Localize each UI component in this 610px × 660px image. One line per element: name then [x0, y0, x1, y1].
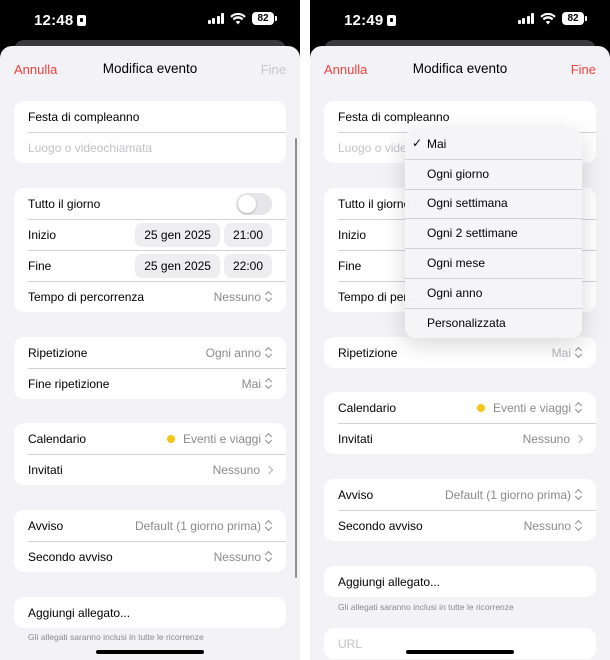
- attachment-group: Aggiungi allegato...: [324, 566, 596, 597]
- end-row: Fine 25 gen 2025 22:00: [14, 250, 286, 281]
- left-screen: 12:48 82 Annulla Modifica evento Fine Fe…: [0, 0, 300, 660]
- updown-chevron-icon: [265, 551, 272, 562]
- travel-time-value: Nessuno: [213, 289, 261, 304]
- invitees-row[interactable]: Invitati Nessuno: [14, 454, 286, 485]
- invitees-value: Nessuno: [212, 462, 260, 477]
- wifi-icon: [540, 12, 556, 24]
- add-attachment-button[interactable]: Aggiungi allegato...: [14, 597, 286, 628]
- location-field[interactable]: Luogo o videochiamata: [14, 132, 286, 163]
- updown-chevron-icon: [265, 347, 272, 358]
- scrollbar[interactable]: [294, 138, 297, 578]
- second-alert-value: Nessuno: [213, 549, 261, 564]
- alert-group: Avviso Default (1 giorno prima) Secondo …: [324, 479, 596, 541]
- alert-row[interactable]: Avviso Default (1 giorno prima): [14, 510, 286, 541]
- url-field[interactable]: URL: [324, 628, 596, 659]
- repeat-end-row[interactable]: Fine ripetizione Mai: [14, 368, 286, 399]
- repeat-end-value: Mai: [241, 376, 261, 391]
- event-title-field[interactable]: Festa di compleanno: [14, 101, 286, 132]
- chevron-right-icon: [574, 434, 584, 443]
- home-indicator: [406, 650, 514, 654]
- end-time-button[interactable]: 22:00: [223, 253, 272, 278]
- edit-event-sheet: Annulla Modifica evento Fine Festa di co…: [310, 46, 610, 660]
- start-time-button[interactable]: 21:00: [223, 222, 272, 247]
- repeat-options-menu: ✓ Mai Ogni giorno Ogni settimana Ogni 2 s…: [405, 129, 582, 338]
- repeat-option-biweekly[interactable]: Ogni 2 settimane: [405, 218, 582, 248]
- alert-row[interactable]: Avviso Default (1 giorno prima): [324, 479, 596, 510]
- status-time: 12:48: [34, 12, 87, 29]
- battery-icon: 82: [562, 12, 587, 25]
- invitees-value: Nessuno: [522, 431, 570, 446]
- repeat-option-custom[interactable]: Personalizzata: [405, 307, 582, 338]
- second-alert-row[interactable]: Secondo avviso Nessuno: [14, 541, 286, 572]
- repeat-option-weekly[interactable]: Ogni settimana: [405, 188, 582, 219]
- end-date-button[interactable]: 25 gen 2025: [135, 253, 220, 278]
- alert-value: Default (1 giorno prima): [134, 518, 261, 533]
- calendar-value: Eventi e viaggi: [182, 431, 261, 446]
- repeat-group: Ripetizione Ogni anno Fine ripetizione M…: [14, 337, 286, 399]
- start-row: Inizio 25 gen 2025 21:00: [14, 219, 286, 250]
- invitees-row[interactable]: Invitati Nessuno: [324, 423, 596, 454]
- calendar-color-dot: [476, 403, 485, 412]
- calendar-value: Eventi e viaggi: [492, 400, 571, 415]
- updown-chevron-icon: [265, 291, 272, 302]
- start-date-button[interactable]: 25 gen 2025: [135, 222, 220, 247]
- right-screen: 12:49 82 Annulla Modifica evento Fine Fe…: [310, 0, 610, 660]
- status-bar: 12:48 82: [0, 0, 300, 40]
- chevron-right-icon: [264, 465, 274, 474]
- repeat-option-yearly[interactable]: Ogni anno: [405, 277, 582, 308]
- lock-icon: [387, 15, 397, 26]
- nav-bar: Annulla Modifica evento Fine: [0, 46, 300, 92]
- travel-time-row[interactable]: Tempo di percorrenza Nessuno: [14, 281, 286, 312]
- alert-value: Default (1 giorno prima): [444, 487, 571, 502]
- cellular-signal-icon: [207, 13, 224, 24]
- repeat-row[interactable]: Ripetizione Mai: [324, 337, 596, 368]
- repeat-option-never[interactable]: ✓ Mai: [405, 129, 582, 159]
- status-bar: 12:49 82: [310, 0, 610, 40]
- updown-chevron-icon: [265, 433, 272, 444]
- alert-group: Avviso Default (1 giorno prima) Secondo …: [14, 510, 286, 572]
- page-title: Modifica evento: [102, 61, 198, 76]
- updown-chevron-icon: [265, 520, 272, 531]
- updown-chevron-icon: [575, 402, 582, 413]
- all-day-row: Tutto il giorno: [14, 188, 286, 219]
- add-attachment-button[interactable]: Aggiungi allegato...: [324, 566, 596, 597]
- event-title-field[interactable]: Festa di compleanno: [324, 101, 596, 132]
- nav-bar: Annulla Modifica evento Fine: [310, 46, 610, 92]
- home-indicator: [96, 650, 204, 654]
- done-button[interactable]: Fine: [571, 62, 596, 77]
- calendar-row[interactable]: Calendario Eventi e viaggi: [14, 423, 286, 454]
- done-button[interactable]: Fine: [261, 62, 286, 77]
- calendar-row[interactable]: Calendario Eventi e viaggi: [324, 392, 596, 423]
- checkmark-icon: ✓: [412, 136, 423, 150]
- calendar-group: Calendario Eventi e viaggi Invitati Ness…: [324, 392, 596, 454]
- battery-icon: 82: [252, 12, 277, 25]
- wifi-icon: [230, 12, 246, 24]
- second-alert-row[interactable]: Secondo avviso Nessuno: [324, 510, 596, 541]
- repeat-group: Ripetizione Mai: [324, 337, 596, 368]
- updown-chevron-icon: [575, 489, 582, 500]
- event-info-group: Festa di compleanno Luogo o videochiamat…: [14, 101, 286, 163]
- lock-icon: [77, 15, 87, 26]
- calendar-color-dot: [166, 434, 175, 443]
- updown-chevron-icon: [575, 520, 582, 531]
- updown-chevron-icon: [575, 347, 582, 358]
- repeat-option-monthly[interactable]: Ogni mese: [405, 248, 582, 278]
- all-day-toggle[interactable]: [236, 192, 272, 215]
- repeat-value: Mai: [551, 345, 571, 360]
- cellular-signal-icon: [517, 13, 534, 24]
- updown-chevron-icon: [265, 378, 272, 389]
- repeat-value: Ogni anno: [205, 345, 261, 360]
- edit-event-sheet: Annulla Modifica evento Fine Festa di co…: [0, 46, 300, 660]
- second-alert-value: Nessuno: [523, 518, 571, 533]
- calendar-group: Calendario Eventi e viaggi Invitati Ness…: [14, 423, 286, 485]
- status-time: 12:49: [344, 12, 397, 29]
- repeat-row[interactable]: Ripetizione Ogni anno: [14, 337, 286, 368]
- attachment-group: Aggiungi allegato...: [14, 597, 286, 628]
- attachment-footnote: Gli allegati saranno inclusi in tutte le…: [28, 632, 204, 642]
- page-title: Modifica evento: [412, 61, 508, 76]
- repeat-option-daily[interactable]: Ogni giorno: [405, 158, 582, 189]
- datetime-group: Tutto il giorno Inizio 25 gen 2025 21:00…: [14, 188, 286, 312]
- url-group: URL: [324, 628, 596, 659]
- attachment-footnote: Gli allegati saranno inclusi in tutte le…: [338, 602, 514, 612]
